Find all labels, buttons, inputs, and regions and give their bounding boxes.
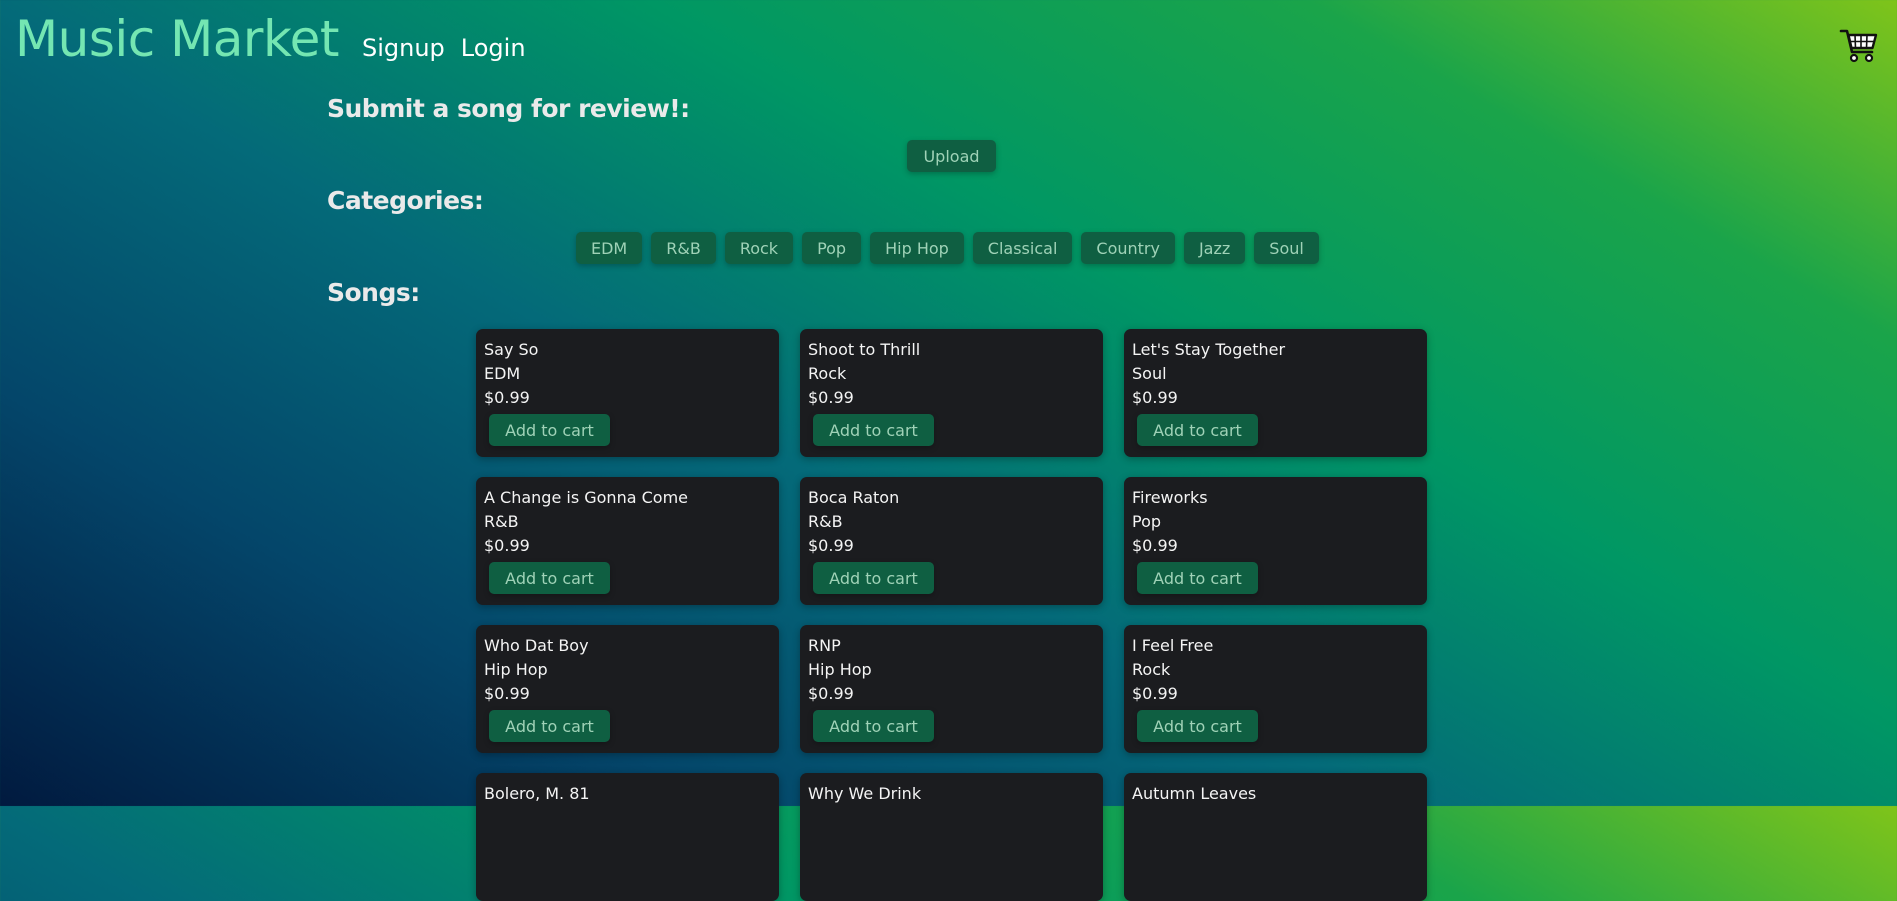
add-to-cart-button[interactable]: Add to cart xyxy=(813,414,934,446)
song-genre: Hip Hop xyxy=(484,660,548,679)
song-card: A Change is Gonna Come R&B $0.99 Add to … xyxy=(476,477,779,605)
song-genre: R&B xyxy=(808,512,843,531)
song-title: Bolero, M. 81 xyxy=(484,784,590,803)
add-to-cart-button[interactable]: Add to cart xyxy=(489,562,610,594)
song-price: $0.99 xyxy=(1132,388,1178,407)
brand-title[interactable]: Music Market xyxy=(15,10,340,68)
add-to-cart-button[interactable]: Add to cart xyxy=(1137,562,1258,594)
song-card: Shoot to Thrill Rock $0.99 Add to cart xyxy=(800,329,1103,457)
song-genre: Soul xyxy=(1132,364,1167,383)
category-country-button[interactable]: Country xyxy=(1081,232,1175,264)
song-title: Let's Stay Together xyxy=(1132,340,1286,359)
add-to-cart-button[interactable]: Add to cart xyxy=(1137,414,1258,446)
song-genre: R&B xyxy=(484,512,519,531)
song-price: $0.99 xyxy=(808,388,854,407)
song-price: $0.99 xyxy=(484,388,530,407)
song-card: Autumn Leaves xyxy=(1124,773,1427,901)
shopping-cart-icon xyxy=(1839,29,1878,63)
category-jazz-button[interactable]: Jazz xyxy=(1183,232,1246,264)
song-genre: Rock xyxy=(1132,660,1171,679)
song-genre: Pop xyxy=(1132,512,1162,531)
songs-grid: Say So EDM $0.99 Add to cart Shoot to Th… xyxy=(476,329,1427,901)
song-price: $0.99 xyxy=(484,536,530,555)
song-title: Say So xyxy=(484,340,539,359)
song-price: $0.99 xyxy=(1132,684,1178,703)
song-price: $0.99 xyxy=(1132,536,1178,555)
add-to-cart-button[interactable]: Add to cart xyxy=(813,710,934,742)
song-card: Who Dat Boy Hip Hop $0.99 Add to cart xyxy=(476,625,779,753)
song-price: $0.99 xyxy=(808,536,854,555)
song-genre: Hip Hop xyxy=(808,660,872,679)
song-genre: Rock xyxy=(808,364,847,383)
categories-heading: Categories: xyxy=(327,186,484,215)
add-to-cart-button[interactable]: Add to cart xyxy=(489,710,610,742)
category-pop-button[interactable]: Pop xyxy=(802,232,862,264)
category-classical-button[interactable]: Classical xyxy=(972,232,1073,264)
song-title: Boca Raton xyxy=(808,488,900,507)
song-card: I Feel Free Rock $0.99 Add to cart xyxy=(1124,625,1427,753)
song-card: Boca Raton R&B $0.99 Add to cart xyxy=(800,477,1103,605)
login-link[interactable]: Login xyxy=(461,34,526,62)
category-edm-button[interactable]: EDM xyxy=(576,232,643,264)
song-title: I Feel Free xyxy=(1132,636,1214,655)
song-card: RNP Hip Hop $0.99 Add to cart xyxy=(800,625,1103,753)
upload-button[interactable]: Upload xyxy=(907,140,996,172)
top-nav: Signup Login xyxy=(362,34,526,62)
song-title: RNP xyxy=(808,636,841,655)
song-card: Let's Stay Together Soul $0.99 Add to ca… xyxy=(1124,329,1427,457)
category-list: EDM R&B Rock Pop Hip Hop Classical Count… xyxy=(576,232,1319,264)
song-price: $0.99 xyxy=(808,684,854,703)
song-card: Why We Drink xyxy=(800,773,1103,901)
signup-link[interactable]: Signup xyxy=(362,34,445,62)
song-card: Bolero, M. 81 xyxy=(476,773,779,901)
song-title: Shoot to Thrill xyxy=(808,340,921,359)
song-title: Fireworks xyxy=(1132,488,1208,507)
song-genre: EDM xyxy=(484,364,521,383)
add-to-cart-button[interactable]: Add to cart xyxy=(813,562,934,594)
category-rock-button[interactable]: Rock xyxy=(724,232,794,264)
song-price: $0.99 xyxy=(484,684,530,703)
song-title: Autumn Leaves xyxy=(1132,784,1257,803)
song-card: Say So EDM $0.99 Add to cart xyxy=(476,329,779,457)
submit-heading: Submit a song for review!: xyxy=(327,94,690,123)
song-title: A Change is Gonna Come xyxy=(484,488,688,507)
category-rnb-button[interactable]: R&B xyxy=(651,232,716,264)
add-to-cart-button[interactable]: Add to cart xyxy=(1137,710,1258,742)
category-hiphop-button[interactable]: Hip Hop xyxy=(870,232,964,264)
category-soul-button[interactable]: Soul xyxy=(1254,232,1319,264)
cart-button[interactable] xyxy=(1839,28,1879,64)
song-title: Why We Drink xyxy=(808,784,922,803)
song-card: Fireworks Pop $0.99 Add to cart xyxy=(1124,477,1427,605)
add-to-cart-button[interactable]: Add to cart xyxy=(489,414,610,446)
songs-heading: Songs: xyxy=(327,278,420,307)
song-title: Who Dat Boy xyxy=(484,636,589,655)
